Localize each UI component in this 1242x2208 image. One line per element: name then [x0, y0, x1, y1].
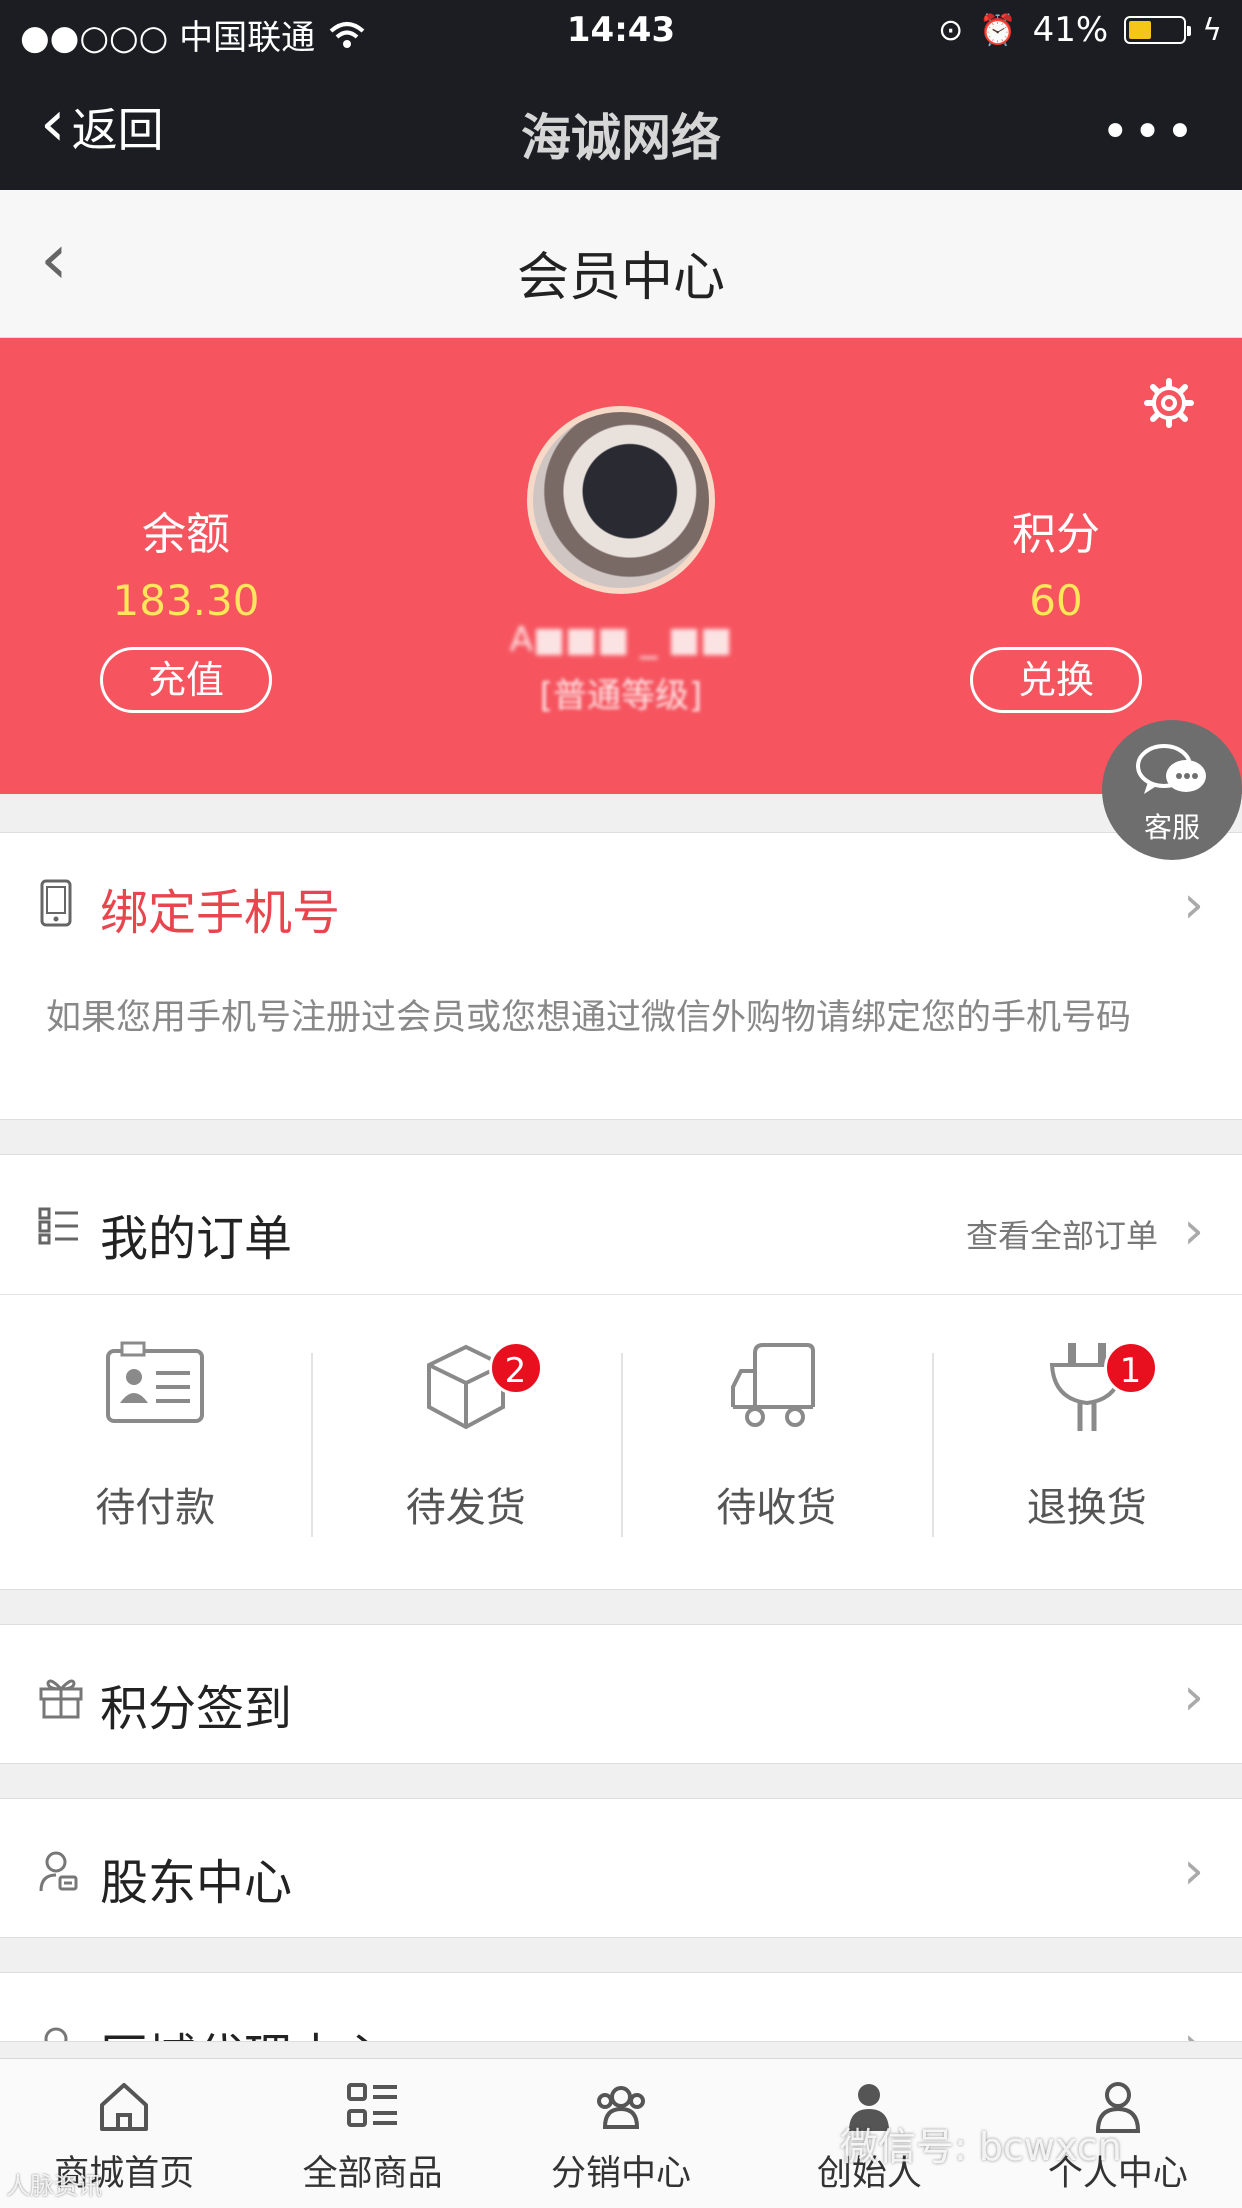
settings-gear-icon[interactable] — [1144, 378, 1194, 428]
points-sign-in-row[interactable]: 积分签到 › — [0, 1624, 1242, 1764]
orders-card: 我的订单 查看全部订单 › 待付款 2 待发货 待收货 1 退换货 — [0, 1154, 1242, 1590]
order-status-row: 待付款 2 待发货 待收货 1 退换货 — [0, 1295, 1242, 1591]
wechat-title: 海诚网络 — [521, 109, 721, 167]
chevron-right-icon: › — [1183, 1841, 1204, 1901]
shareholder-title: 股东中心 — [100, 1855, 293, 1911]
page-title: 会员中心 — [516, 248, 725, 308]
tab-label: 全部商品 — [302, 2154, 443, 2194]
mobile-phone-icon — [40, 879, 72, 927]
exchange-button[interactable]: 兑换 — [970, 647, 1142, 713]
gift-icon — [39, 1679, 83, 1719]
rotation-lock-icon: ⊙ — [938, 12, 964, 48]
corner-watermark: 人脉资讯 — [6, 2172, 102, 2200]
points-value: 60 — [1029, 576, 1083, 625]
returns-badge: 1 — [1103, 1341, 1158, 1395]
chevron-right-icon: › — [1183, 1201, 1204, 1261]
charging-icon: ϟ — [1202, 12, 1222, 48]
order-pending-payment[interactable]: 待付款 — [0, 1295, 311, 1591]
tab-distribution[interactable]: 分销中心 — [497, 2059, 745, 2208]
order-pending-shipment[interactable]: 2 待发货 — [310, 1295, 622, 1591]
list-grid-icon — [346, 2083, 397, 2127]
region-agent-title: 区域代理中心 — [100, 2017, 388, 2041]
order-item-label: 待付款 — [95, 1485, 216, 1531]
status-bar: ●●○○○ 中国联通 14:43 ⊙ ⏰ 41% ϟ — [0, 0, 1242, 62]
bind-phone-card[interactable]: 绑定手机号 › 如果您用手机号注册过会员或您想通过微信外购物请绑定您的手机号码 — [0, 832, 1242, 1120]
id-card-icon — [106, 1341, 205, 1423]
bind-phone-title: 绑定手机号 — [100, 885, 341, 941]
users-icon — [597, 2086, 646, 2129]
points-section: 积分 60 兑换 — [921, 498, 1191, 713]
orders-header[interactable]: 我的订单 查看全部订单 › — [0, 1155, 1242, 1295]
wechat-nav-bar: ‹ 返回 海诚网络 ••• — [0, 62, 1242, 190]
chevron-right-icon: › — [1183, 1667, 1204, 1727]
sign-in-title: 积分签到 — [100, 1681, 293, 1737]
wechat-id-watermark: 微信号: bcwxcn — [840, 2125, 1122, 2169]
bind-phone-description: 如果您用手机号注册过会员或您想通过微信外购物请绑定您的手机号码 — [46, 998, 1132, 1038]
view-all-orders-link[interactable]: 查看全部订单 — [966, 1211, 1158, 1257]
page-header: ‹ 会员中心 — [0, 190, 1242, 338]
orders-title: 我的订单 — [100, 1211, 293, 1267]
battery-icon — [1124, 16, 1192, 44]
more-menu-button[interactable]: ••• — [1101, 108, 1198, 156]
order-pending-receipt[interactable]: 待收货 — [621, 1295, 932, 1591]
list-icon — [38, 1207, 78, 1245]
region-agent-row[interactable]: 区域代理中心 › — [0, 1972, 1242, 2042]
tab-label: 分销中心 — [551, 2154, 692, 2194]
status-icons: ⊙ ⏰ 41% ϟ — [938, 10, 1222, 50]
balance-label: 余额 — [142, 509, 230, 560]
order-item-label: 退换货 — [1026, 1485, 1147, 1531]
truck-icon — [731, 1343, 816, 1427]
chevron-right-icon: › — [1183, 2015, 1204, 2041]
location-icon — [44, 2027, 68, 2041]
chevron-right-icon: › — [1183, 875, 1204, 935]
home-icon — [100, 2083, 149, 2131]
member-panel: 余额 183.30 充值 A■■■ _ ■■ [普通等级] 积分 60 兑换 — [0, 338, 1242, 794]
chat-bubble-icon — [1136, 744, 1206, 794]
alarm-icon: ⏰ — [979, 12, 1017, 48]
balance-value: 183.30 — [112, 576, 260, 625]
points-label: 积分 — [1012, 509, 1100, 560]
user-badge-icon — [39, 1851, 78, 1892]
order-item-label: 待发货 — [405, 1485, 526, 1531]
pending-shipment-badge: 2 — [488, 1341, 543, 1395]
order-item-label: 待收货 — [716, 1485, 837, 1531]
avatar[interactable] — [527, 406, 715, 594]
battery-percent: 41% — [1032, 10, 1109, 50]
customer-service-button[interactable]: 客服 — [1102, 720, 1242, 860]
shareholder-center-row[interactable]: 股东中心 › — [0, 1798, 1242, 1938]
tab-all-products[interactable]: 全部商品 — [248, 2059, 496, 2208]
customer-service-label: 客服 — [1143, 811, 1200, 844]
order-returns[interactable]: 1 退换货 — [931, 1295, 1242, 1591]
